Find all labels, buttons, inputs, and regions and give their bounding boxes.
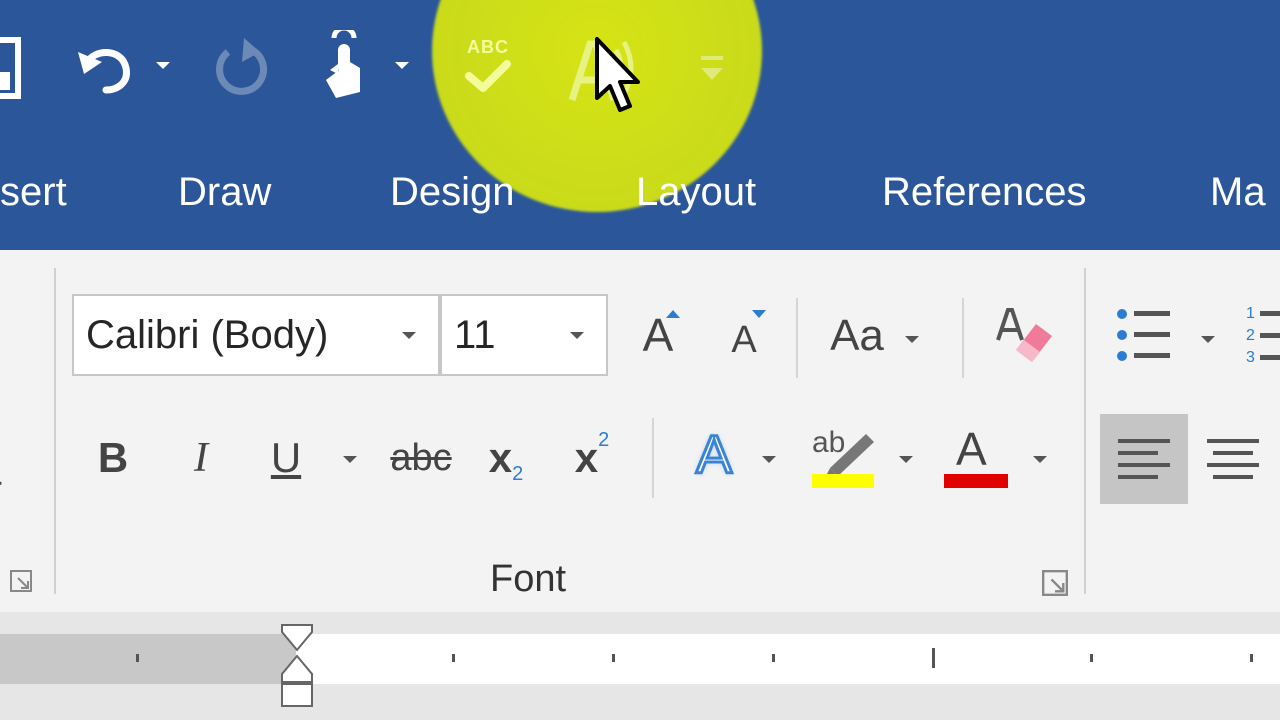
font-color-label: A (956, 423, 987, 475)
tab-references[interactable]: References (882, 168, 1087, 216)
bold-button[interactable]: B (86, 428, 140, 488)
font-size-combo[interactable]: 11 (440, 294, 608, 376)
undo-icon[interactable] (72, 34, 138, 100)
title-bar: ABC sert Draw Design Layout References M… (0, 0, 1280, 250)
change-case-chevron-down-icon[interactable] (905, 336, 919, 343)
clipboard-dialog-launcher-icon[interactable] (10, 570, 32, 592)
svg-text:3: 3 (1246, 349, 1255, 366)
font-dialog-launcher-icon[interactable] (1042, 570, 1068, 596)
mouse-pointer-icon (594, 36, 642, 116)
ruler-tick (772, 654, 775, 662)
subscript-label: x (488, 434, 513, 481)
italic-label: I (194, 435, 208, 481)
underline-label: U (270, 434, 302, 481)
superscript-label: x (574, 434, 599, 481)
bullets-chevron-down-icon[interactable] (1201, 336, 1215, 343)
grow-font-button[interactable]: A (626, 300, 690, 370)
text-effects-chevron-down-icon[interactable] (762, 456, 776, 463)
italic-button[interactable]: I (174, 428, 228, 488)
spelling-label: ABC (467, 36, 509, 57)
separator (652, 418, 654, 498)
center-button[interactable] (1198, 414, 1268, 504)
save-icon[interactable] (0, 36, 22, 100)
ruler-tick (452, 654, 455, 662)
align-left-button[interactable] (1100, 414, 1188, 504)
ruler-margin (0, 634, 296, 684)
tab-layout[interactable]: Layout (636, 168, 756, 216)
underline-button[interactable]: U (258, 428, 314, 488)
ruler-tick (1090, 654, 1093, 662)
align-center-icon (1207, 439, 1259, 479)
numbering-icon: 1 2 3 (1246, 305, 1280, 366)
underline-chevron-down-icon[interactable] (343, 456, 357, 463)
ruler-tick (932, 648, 935, 668)
ruler-tick (1250, 654, 1253, 662)
numbering-button[interactable]: 1 2 3 (1244, 302, 1280, 368)
svg-text:2: 2 (1246, 327, 1255, 344)
ruler (0, 612, 1280, 720)
group-separator (1084, 268, 1086, 594)
subscript-button[interactable]: x 2 (474, 428, 538, 488)
bullets-button[interactable] (1112, 302, 1176, 368)
indent-marker-icon[interactable] (278, 622, 316, 712)
grow-arrow-icon (666, 310, 680, 318)
tab-mailings[interactable]: Ma (1210, 168, 1266, 216)
separator (796, 298, 798, 378)
text-effects-label: A (694, 424, 733, 487)
tab-insert[interactable]: sert (0, 168, 67, 216)
highlight-color-swatch (812, 474, 874, 488)
clear-formatting-icon (996, 308, 1052, 362)
strikethrough-button[interactable]: abc (384, 428, 458, 488)
redo-icon (208, 34, 274, 100)
ruler-tick (612, 654, 615, 662)
font-name-combo[interactable]: Calibri (Body) (72, 294, 440, 376)
highlight-chevron-down-icon[interactable] (899, 456, 913, 463)
svg-text:1: 1 (1246, 305, 1255, 322)
highlighter-pen-icon (826, 434, 874, 476)
font-name-chevron-down-icon[interactable] (402, 332, 416, 339)
subscript-mark: 2 (512, 462, 524, 485)
clear-formatting-button[interactable] (994, 300, 1058, 370)
spelling-grammar-icon[interactable]: ABC (456, 30, 520, 100)
font-size-value: 11 (454, 313, 496, 357)
change-case-label: Aa (830, 311, 884, 360)
font-color-swatch (944, 474, 1008, 488)
change-case-button[interactable]: Aa (822, 304, 892, 368)
font-group-label: Font (490, 558, 567, 600)
shrink-font-button[interactable]: A (712, 308, 776, 372)
bullets-icon (1117, 309, 1170, 361)
group-separator (54, 268, 56, 594)
font-color-button[interactable]: A (942, 422, 1010, 492)
superscript-button[interactable]: x 2 (560, 428, 624, 488)
bold-label: B (97, 434, 129, 481)
shrink-font-label: A (731, 318, 757, 361)
strikethrough-label: abc (390, 436, 452, 479)
font-size-chevron-down-icon[interactable] (570, 332, 584, 339)
customize-qat-icon[interactable] (696, 50, 728, 86)
shrink-arrow-icon (752, 310, 766, 318)
align-left-icon (1118, 439, 1170, 479)
tab-draw[interactable]: Draw (178, 168, 271, 216)
text-highlight-button[interactable]: ab (808, 422, 878, 492)
touch-mode-chevron-icon[interactable] (395, 62, 409, 69)
ruler-tick (136, 654, 139, 662)
separator (962, 298, 964, 378)
ribbon: r Calibri (Body) 11 A A Aa (0, 250, 1280, 612)
tab-design[interactable]: Design (390, 168, 515, 216)
superscript-mark: 2 (598, 428, 610, 451)
font-color-chevron-down-icon[interactable] (1033, 456, 1047, 463)
clipboard-group-fragment: r (0, 468, 14, 508)
undo-dropdown-chevron-icon[interactable] (156, 62, 170, 69)
font-name-value: Calibri (Body) (86, 313, 329, 357)
text-effects-button[interactable]: A (682, 422, 746, 488)
touch-mode-icon[interactable] (308, 30, 374, 102)
